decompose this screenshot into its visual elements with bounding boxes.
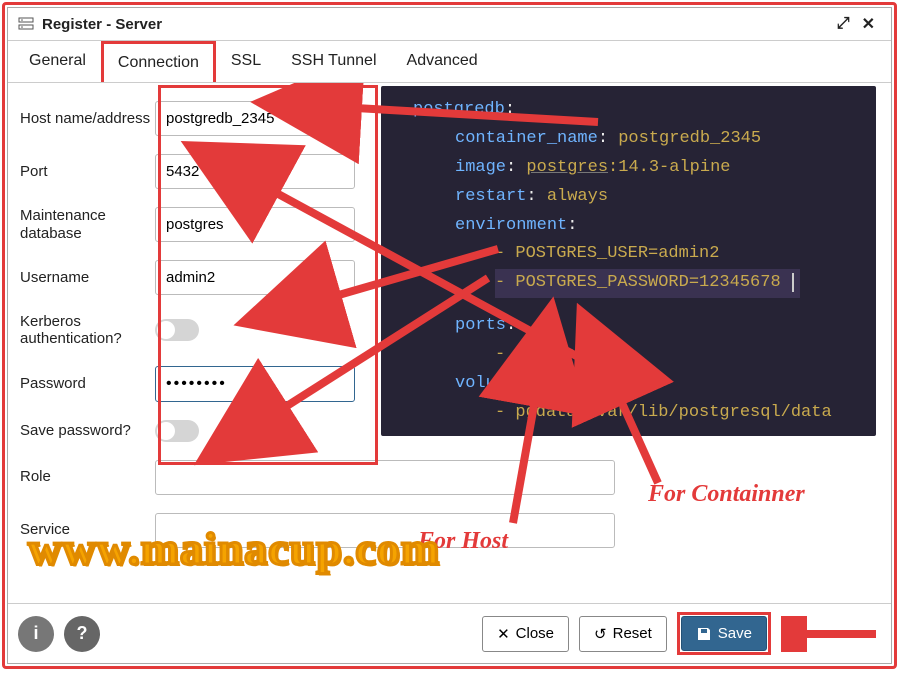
- titlebar: Register - Server ⤢ ✕: [8, 8, 891, 41]
- tab-connection[interactable]: Connection: [101, 41, 216, 82]
- maximize-icon[interactable]: ⤢: [831, 15, 856, 33]
- role-input[interactable]: [155, 460, 615, 495]
- kerberos-label: Kerberos authentication?: [20, 313, 155, 348]
- reset-button[interactable]: ↺Reset: [579, 616, 667, 652]
- role-label: Role: [20, 468, 155, 485]
- save-highlight: Save: [677, 612, 771, 655]
- save-button[interactable]: Save: [681, 616, 767, 651]
- username-input[interactable]: [155, 260, 355, 295]
- tabs: General Connection SSL SSH Tunnel Advanc…: [8, 41, 891, 83]
- save-icon: [696, 626, 712, 642]
- dialog-title: Register - Server: [42, 16, 831, 33]
- savepw-label: Save password?: [20, 422, 155, 439]
- port-label: Port: [20, 163, 155, 180]
- info-button[interactable]: i: [18, 616, 54, 652]
- password-label: Password: [20, 375, 155, 392]
- register-server-dialog: Register - Server ⤢ ✕ General Connection…: [7, 7, 892, 664]
- password-input[interactable]: [155, 366, 355, 402]
- server-icon: [18, 16, 34, 32]
- host-input[interactable]: [155, 101, 355, 136]
- tab-ssh-tunnel[interactable]: SSH Tunnel: [276, 41, 391, 82]
- tab-general[interactable]: General: [14, 41, 101, 82]
- screenshot-highlight-border: Register - Server ⤢ ✕ General Connection…: [2, 2, 897, 669]
- username-label: Username: [20, 269, 155, 286]
- help-button[interactable]: ?: [64, 616, 100, 652]
- reset-icon: ↺: [594, 625, 607, 643]
- arrow-to-save: [781, 616, 881, 652]
- close-button[interactable]: ✕Close: [482, 616, 569, 652]
- dialog-body: Host name/address Port Maintenance datab…: [8, 83, 891, 603]
- maintdb-label: Maintenance database: [20, 207, 155, 242]
- button-bar: i ? ✕Close ↺Reset Save: [8, 603, 891, 663]
- host-label: Host name/address: [20, 110, 155, 127]
- tab-ssl[interactable]: SSL: [216, 41, 276, 82]
- x-icon: ✕: [497, 625, 510, 643]
- service-input[interactable]: [155, 513, 615, 548]
- kerberos-toggle[interactable]: [155, 319, 199, 341]
- service-label: Service: [20, 521, 155, 538]
- docker-compose-code: postgredb: container_name: postgredb_234…: [381, 86, 876, 436]
- port-input[interactable]: [155, 154, 355, 189]
- close-icon[interactable]: ✕: [856, 14, 881, 34]
- maintdb-input[interactable]: [155, 207, 355, 242]
- savepw-toggle[interactable]: [155, 420, 199, 442]
- tab-advanced[interactable]: Advanced: [392, 41, 493, 82]
